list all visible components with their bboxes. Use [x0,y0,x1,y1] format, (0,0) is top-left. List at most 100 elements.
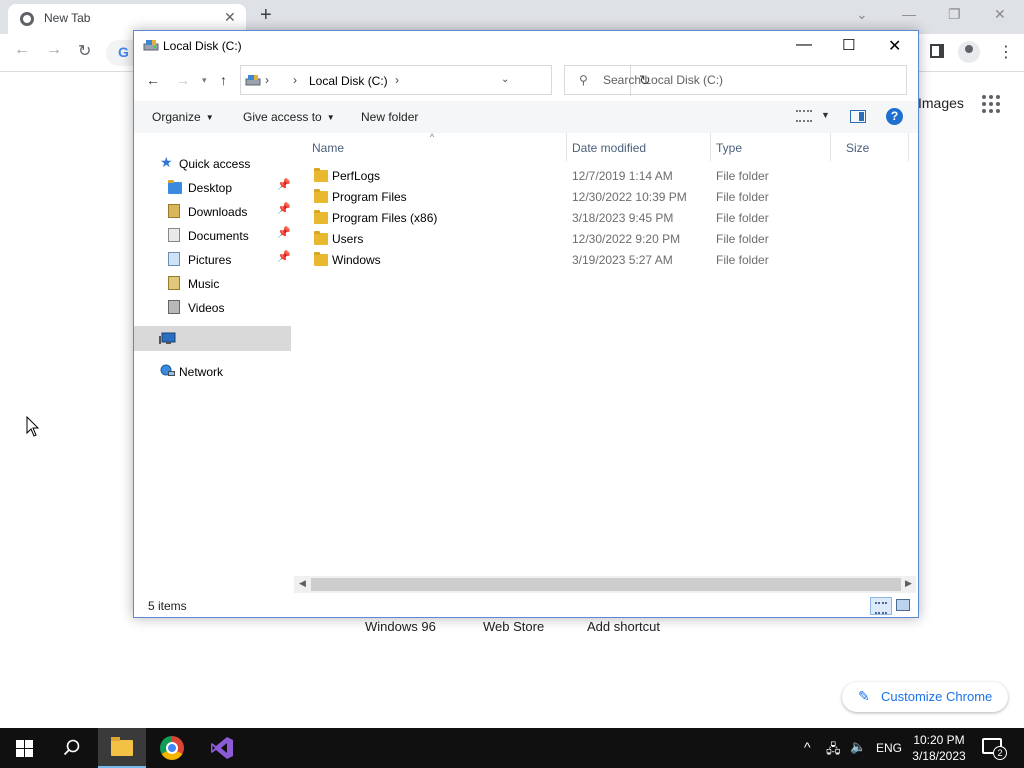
file-row[interactable]: PerfLogs 12/7/2019 1:14 AM File folder [294,165,894,186]
search-box[interactable]: ⚲ [564,65,907,95]
nav-item-this-pc[interactable] [134,326,291,351]
chrome-menu-icon[interactable]: ⋮ [998,42,1014,62]
help-icon[interactable]: ? [886,108,903,125]
notification-count-badge: 2 [993,746,1007,760]
omnibox[interactable]: G [106,40,136,66]
column-header-date-modified[interactable]: Date modified [554,133,710,163]
nav-item-music[interactable]: Music [168,272,291,294]
pencil-icon: ✎ [858,688,870,704]
tab-title: New Tab [44,11,91,25]
chrome-restore-icon[interactable]: ❐ [948,6,961,23]
recent-locations-icon[interactable]: ▾ [202,75,207,86]
item-count: 5 items [148,599,187,613]
status-bar: 5 items [134,595,918,617]
nav-network[interactable]: Network [160,360,290,382]
apps-grid-icon[interactable] [982,95,1000,113]
breadcrumb-separator[interactable]: › [293,73,297,87]
explorer-minimize-icon[interactable]: — [796,36,812,54]
explorer-forward-icon[interactable]: → [176,72,190,88]
nav-item-downloads[interactable]: Downloads [168,200,291,222]
shortcut-windows-96[interactable]: Windows 96 [365,619,436,634]
side-panel-icon[interactable] [930,44,944,58]
new-folder-button[interactable]: New folder [361,110,418,124]
scroll-left-icon[interactable]: ◀ [299,578,306,589]
nav-item-pictures[interactable]: Pictures [168,248,291,270]
tab-close-icon[interactable]: ✕ [224,9,236,26]
images-link[interactable]: Images [918,95,964,111]
chevron-down-icon: ▼ [205,113,214,122]
change-view-icon[interactable] [796,110,812,122]
large-icons-view-icon[interactable] [896,599,910,611]
file-row[interactable]: Program Files (x86) 3/18/2023 9:45 PM Fi… [294,207,894,228]
taskbar-file-explorer[interactable] [98,728,146,768]
google-icon: G [118,44,129,60]
explorer-close-icon[interactable]: ✕ [888,36,901,56]
tab-search-icon[interactable]: ⌄ [856,6,868,23]
horizontal-scrollbar[interactable]: ◀ ▶ [294,576,916,593]
chrome-icon [160,736,184,760]
give-access-button[interactable]: Give access to ▼ [243,110,335,124]
details-view-icon[interactable] [870,597,892,615]
show-hidden-icons-icon[interactable]: ^ [804,739,811,755]
column-header-size[interactable]: Size [828,133,908,163]
pin-icon: 📌 [277,227,291,239]
explorer-titlebar[interactable]: Local Disk (C:) — ☐ ✕ [134,31,918,61]
column-header-name[interactable]: Name [294,133,566,163]
this-pc-icon [158,332,176,349]
file-row[interactable]: Users 12/30/2022 9:20 PM File folder [294,228,894,249]
back-arrow-icon[interactable]: ← [14,41,30,59]
preview-pane-icon[interactable] [850,110,866,123]
pin-icon: 📌 [277,179,291,191]
chrome-minimize-icon[interactable]: — [902,6,916,22]
breadcrumb-separator[interactable]: › [395,73,399,87]
file-row[interactable]: Program Files 12/30/2022 10:39 PM File f… [294,186,894,207]
up-arrow-icon[interactable]: ↑ [220,72,227,88]
breadcrumb-local-disk[interactable]: Local Disk (C:) [309,74,388,88]
star-icon: ★ [160,154,173,170]
file-explorer-icon [111,737,133,756]
clock[interactable]: 10:20 PM 3/18/2023 [906,732,972,764]
shortcut-web-store[interactable]: Web Store [483,619,544,634]
explorer-maximize-icon[interactable]: ☐ [842,36,855,54]
explorer-address-row: ← → ▾ ↑ › › Local Disk (C:) › ⌄ ↻ ⚲ [134,65,918,97]
shortcut-add-shortcut[interactable]: Add shortcut [587,619,660,634]
search-input[interactable] [603,71,893,89]
volume-icon[interactable]: 🔈 [850,739,866,755]
breadcrumb-separator[interactable]: › [265,73,269,87]
taskbar-visual-studio[interactable] [198,728,246,768]
organize-button[interactable]: Organize ▼ [152,110,214,124]
reload-icon[interactable]: ↻ [78,41,91,61]
this-pc-small-icon [245,73,261,90]
profile-avatar-icon[interactable] [958,41,980,63]
explorer-back-icon[interactable]: ← [146,72,160,88]
column-header-type[interactable]: Type [698,133,830,163]
nav-quick-access[interactable]: ★ Quick access [160,152,290,174]
taskbar-chrome[interactable] [148,728,196,768]
search-icon [63,739,80,756]
file-explorer-window: Local Disk (C:) — ☐ ✕ ← → ▾ ↑ › › Local … [133,30,919,618]
customize-chrome-label: Customize Chrome [881,689,993,704]
downloads-icon [168,204,180,218]
forward-arrow-icon[interactable]: → [46,41,62,59]
language-indicator[interactable]: ENG [876,741,902,755]
network-status-icon[interactable]: 🖧 [826,740,841,762]
start-button[interactable] [0,728,48,768]
new-tab-button[interactable]: + [260,4,272,27]
scrollbar-thumb[interactable] [311,578,901,591]
address-bar[interactable]: › › Local Disk (C:) › ⌄ ↻ [240,65,651,96]
scroll-right-icon[interactable]: ▶ [905,578,912,589]
clock-date: 3/18/2023 [912,749,966,763]
chevron-down-icon: ▼ [326,113,335,122]
music-icon [168,276,180,290]
view-options-chevron-icon[interactable]: ▼ [821,110,830,120]
column-divider[interactable] [908,133,909,161]
taskbar-search-button[interactable] [48,728,96,768]
nav-item-desktop[interactable]: Desktop [168,176,291,198]
nav-item-documents[interactable]: Documents [168,224,291,246]
chrome-close-icon[interactable]: ✕ [994,6,1006,23]
address-dropdown-icon[interactable]: ⌄ [501,74,509,85]
file-row[interactable]: Windows 3/19/2023 5:27 AM File folder [294,249,894,270]
customize-chrome-button[interactable]: ✎ Customize Chrome [842,682,1008,712]
nav-item-videos[interactable]: Videos [168,296,291,318]
search-icon: ⚲ [579,73,588,87]
